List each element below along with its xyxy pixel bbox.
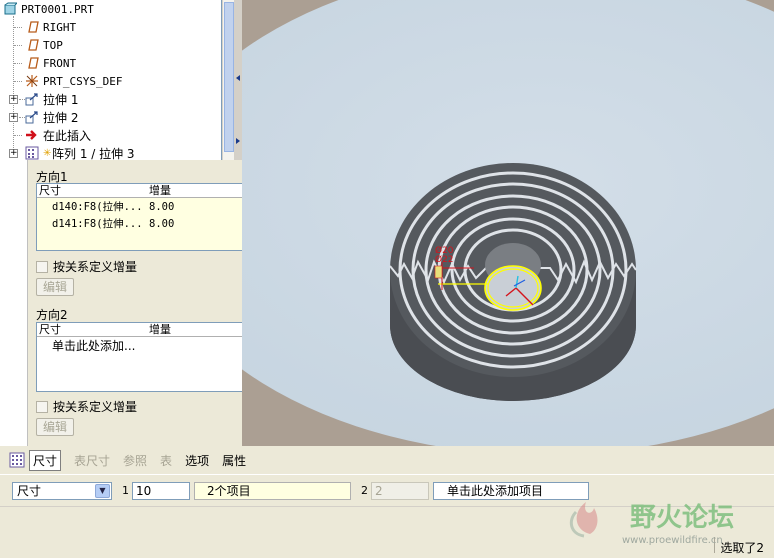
tree-root-label: PRT0001.PRT xyxy=(21,2,94,16)
column-header-dimension: 尺寸 xyxy=(39,184,61,197)
tree-item-insert-here[interactable]: 在此插入 xyxy=(25,126,91,144)
star-marker-icon: ✳ xyxy=(43,146,51,160)
direction2-title: 方向2 xyxy=(36,308,68,322)
tree-item-label: 在此插入 xyxy=(43,128,92,143)
dimension-cell: d140:F8(拉伸... xyxy=(52,201,143,213)
pattern-type-value: 尺寸 xyxy=(17,484,42,498)
checkbox-box[interactable] xyxy=(36,260,48,273)
watermark-url: www.proewildfire.cn xyxy=(622,535,723,546)
tree-item-label: FRONT xyxy=(43,56,77,70)
tree-item-label: 阵列 1 / 拉伸 3 xyxy=(52,146,135,161)
dim-label-2: Ø22 xyxy=(435,254,454,265)
table-header: 尺寸 增量 xyxy=(37,184,245,198)
direction2-number: 2 xyxy=(361,484,368,497)
pattern-icon xyxy=(25,146,39,160)
tree-item-right[interactable]: RIGHT xyxy=(25,18,76,36)
direction2-relation-checkbox[interactable]: 按关系定义增量 xyxy=(36,398,137,415)
increment-cell[interactable]: 8.00 xyxy=(147,201,174,213)
checkbox-box[interactable] xyxy=(36,400,48,413)
tree-item-label: 拉伸 1 xyxy=(43,92,79,107)
direction2-table[interactable]: 尺寸 增量 单击此处添加... xyxy=(36,322,246,392)
tree-connector xyxy=(14,135,22,136)
extrude-icon xyxy=(25,110,39,124)
tree-connector xyxy=(14,45,22,46)
column-header-increment: 增量 xyxy=(149,184,171,197)
model-tree[interactable]: PRT0001.PRT RIGHT TOP FRONT PRT_CSYS_DEF… xyxy=(0,0,222,160)
datum-plane-icon xyxy=(25,38,39,52)
tree-connector xyxy=(14,63,22,64)
watermark-logo: 野火论坛 www.proewildfire.cn xyxy=(560,490,770,550)
dimension-cell: d141:F8(拉伸... xyxy=(52,218,143,230)
collapse-arrow-icons xyxy=(236,75,240,144)
table-empty-row[interactable] xyxy=(37,232,245,250)
tree-expand-button[interactable]: + xyxy=(9,95,18,104)
watermark-title: 野火论坛 xyxy=(630,503,734,533)
tree-expand-button[interactable]: + xyxy=(9,149,18,158)
tree-item-front[interactable]: FRONT xyxy=(25,54,76,72)
navigator-strip xyxy=(0,160,28,446)
direction1-number: 1 xyxy=(122,484,129,497)
pattern-dimensions-panel: 方向1 尺寸 增量 d140:F8(拉伸... 8.00 d141:F8(拉伸.… xyxy=(28,160,254,446)
increment-cell[interactable]: 8.00 xyxy=(147,218,174,230)
tree-item-extrude-1[interactable]: 拉伸 1 xyxy=(25,90,78,108)
column-header-increment: 增量 xyxy=(149,323,171,336)
tree-collapse-strip[interactable] xyxy=(234,0,242,160)
coordinate-system-icon xyxy=(25,74,39,88)
graphics-viewport[interactable]: Ø20 Ø22 xyxy=(242,0,774,446)
tab-options[interactable]: 选项 xyxy=(185,452,209,469)
table-row[interactable]: d141:F8(拉伸... 8.00 xyxy=(37,215,245,232)
tab-table-dimensions[interactable]: 表尺寸 xyxy=(74,452,110,469)
table-header: 尺寸 增量 xyxy=(37,323,245,337)
direction1-count-input[interactable]: 10 xyxy=(132,482,190,500)
add-row-placeholder[interactable]: 单击此处添加... xyxy=(37,337,245,355)
extrude-icon xyxy=(25,92,39,106)
tree-root[interactable]: PRT0001.PRT xyxy=(3,0,94,18)
pattern-icon xyxy=(9,452,25,468)
tree-scrollbar-thumb[interactable] xyxy=(224,2,234,152)
tree-item-pattern[interactable]: ✳ 阵列 1 / 拉伸 3 xyxy=(25,144,135,160)
column-header-dimension: 尺寸 xyxy=(39,323,61,336)
direction2-edit-button[interactable]: 编辑 xyxy=(36,418,74,436)
tree-item-label: TOP xyxy=(43,38,63,52)
datum-plane-icon xyxy=(25,20,39,34)
direction1-table[interactable]: 尺寸 增量 d140:F8(拉伸... 8.00 d141:F8(拉伸... 8… xyxy=(36,183,246,251)
tree-scrollbar[interactable] xyxy=(222,0,234,160)
tree-item-label: RIGHT xyxy=(43,20,77,34)
tab-properties[interactable]: 属性 xyxy=(222,452,246,469)
tab-references[interactable]: 参照 xyxy=(123,452,147,469)
datum-plane-icon xyxy=(25,56,39,70)
tree-connector xyxy=(14,27,22,28)
selected-feature-highlight[interactable] xyxy=(484,265,542,311)
flame-logo-icon: 野火论坛 www.proewildfire.cn xyxy=(569,502,734,546)
tab-dimensions[interactable]: 尺寸 xyxy=(29,449,62,471)
tree-connector xyxy=(14,81,22,82)
part-icon xyxy=(3,2,19,16)
checkbox-label: 按关系定义增量 xyxy=(53,260,138,274)
direction1-edit-button[interactable]: 编辑 xyxy=(36,278,74,296)
checkbox-label: 按关系定义增量 xyxy=(53,400,138,414)
direction1-relation-checkbox[interactable]: 按关系定义增量 xyxy=(36,258,137,275)
direction1-items-collector[interactable]: 2个项目 xyxy=(194,482,351,500)
direction2-count-input[interactable]: 2 xyxy=(371,482,429,500)
model-graphic[interactable]: Ø20 Ø22 xyxy=(242,0,774,446)
tree-item-extrude-2[interactable]: 拉伸 2 xyxy=(25,108,78,126)
svg-text:✳: ✳ xyxy=(43,148,51,159)
tree-item-top[interactable]: TOP xyxy=(25,36,63,54)
chevron-down-icon[interactable]: ▼ xyxy=(95,484,110,498)
pattern-type-select[interactable]: 尺寸 ▼ xyxy=(12,482,112,500)
tree-expand-button[interactable]: + xyxy=(9,113,18,122)
insert-here-arrow-icon xyxy=(25,128,39,142)
tab-table[interactable]: 表 xyxy=(160,452,172,469)
tree-item-label: 拉伸 2 xyxy=(43,110,79,125)
tree-item-csys[interactable]: PRT_CSYS_DEF xyxy=(25,72,122,90)
tree-item-label: PRT_CSYS_DEF xyxy=(43,74,123,88)
table-row[interactable]: d140:F8(拉伸... 8.00 xyxy=(37,198,245,215)
dashboard-tabbar: 尺寸 表尺寸 参照 表 选项 属性 xyxy=(0,446,774,474)
